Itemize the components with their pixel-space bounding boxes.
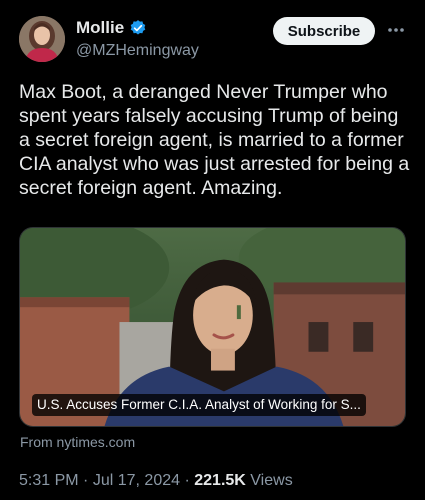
subscribe-button[interactable]: Subscribe (273, 17, 375, 45)
meta-separator: · (184, 472, 190, 489)
views-label: Views (250, 472, 293, 489)
author-handle[interactable]: @MZHemingway (76, 42, 199, 60)
tweet-date[interactable]: Jul 17, 2024 (93, 472, 180, 489)
avatar[interactable] (19, 16, 65, 62)
card-source[interactable]: From nytimes.com (20, 434, 135, 450)
views-count: 221.5K (194, 472, 246, 489)
tweet-meta: 5:31 PM · Jul 17, 2024 · 221.5K Views (19, 472, 293, 490)
verified-badge-icon[interactable] (129, 19, 147, 37)
tweet-text: Max Boot, a deranged Never Trumper who s… (19, 81, 410, 199)
meta-separator: · (83, 472, 89, 489)
tweet-time[interactable]: 5:31 PM (19, 472, 79, 489)
more-icon[interactable] (386, 20, 406, 40)
card-title[interactable]: U.S. Accuses Former C.I.A. Analyst of Wo… (32, 394, 366, 416)
display-name[interactable]: Mollie (76, 18, 124, 38)
name-row: Mollie (76, 17, 199, 39)
link-card[interactable]: U.S. Accuses Former C.I.A. Analyst of Wo… (19, 227, 406, 427)
author-info: Mollie @MZHemingway (76, 17, 199, 60)
